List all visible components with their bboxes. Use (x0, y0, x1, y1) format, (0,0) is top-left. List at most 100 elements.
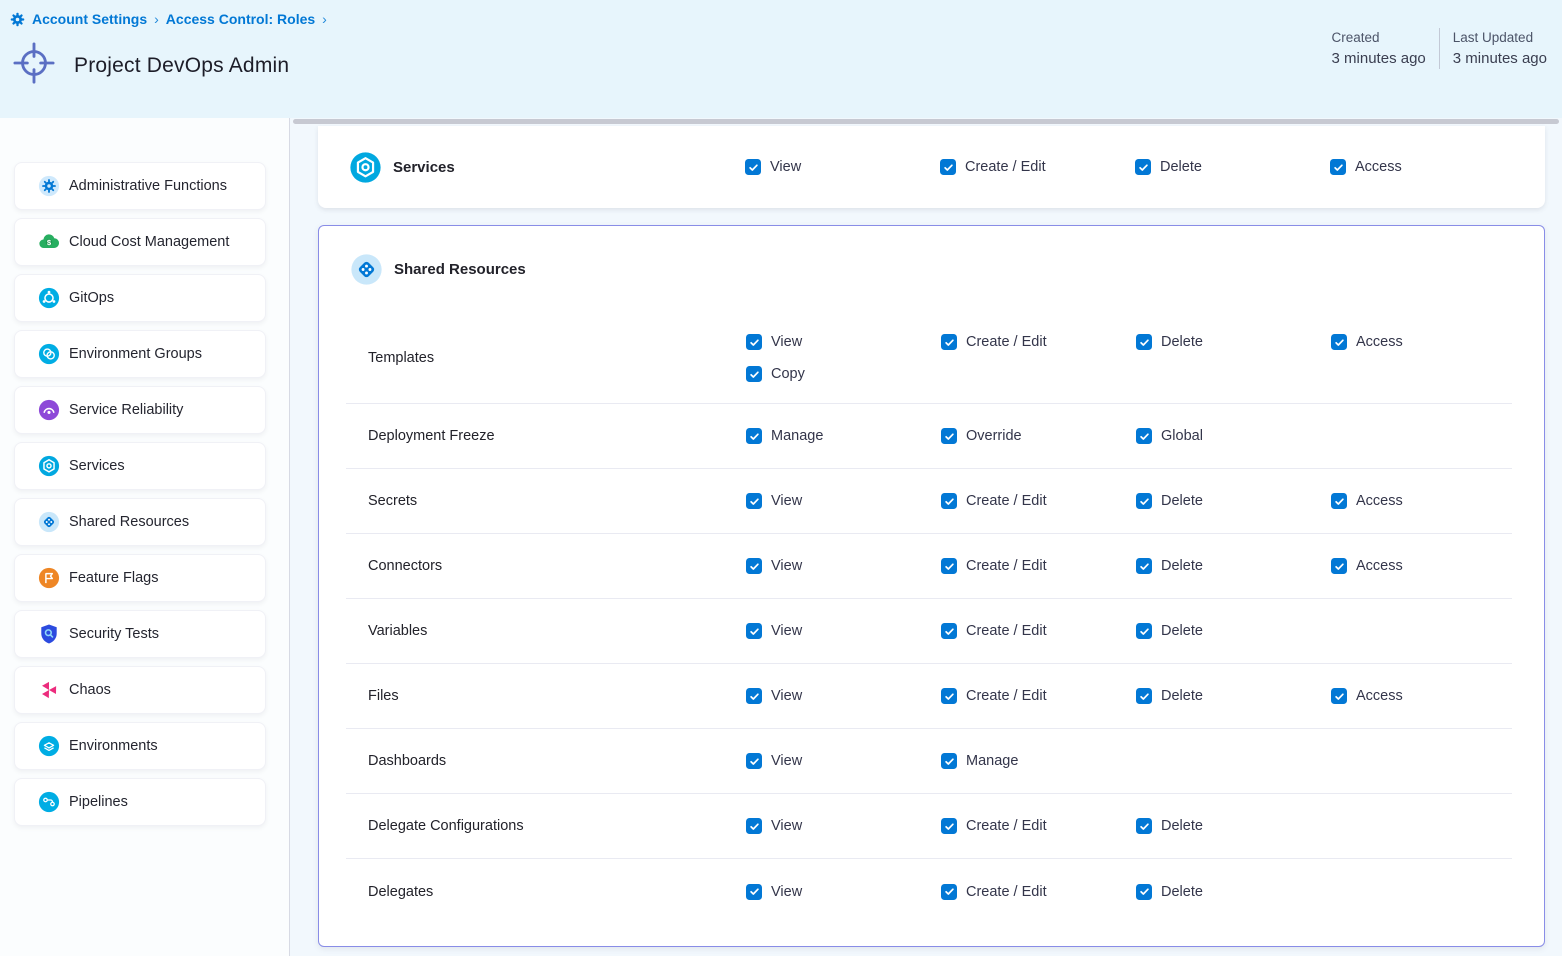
permission-checkbox[interactable]: Manage (941, 753, 1136, 769)
permission-checkbox[interactable]: Create / Edit (941, 688, 1136, 704)
permission-row: Files View Create / Edit Delete Access (346, 664, 1512, 729)
last-updated-value: 3 minutes ago (1453, 50, 1547, 67)
sidebar-item-label: GitOps (69, 290, 114, 306)
permission-cell: Create / Edit (941, 688, 1136, 704)
permission-checkbox[interactable]: View (746, 884, 941, 900)
permission-checkbox[interactable]: Override (941, 428, 1136, 444)
resource-label: Connectors (346, 558, 746, 574)
permission-checkbox[interactable]: View (746, 334, 941, 350)
breadcrumb-chevron-icon: › (322, 11, 327, 27)
permission-checkbox[interactable]: Access (1331, 493, 1512, 509)
permission-checkbox[interactable]: View (746, 688, 941, 704)
sidebar-item-label: Service Reliability (69, 402, 183, 418)
permission-cell: Access (1331, 688, 1512, 704)
checkbox-checked-icon (1331, 688, 1347, 704)
permission-checkbox[interactable]: Copy (746, 366, 941, 382)
services-section-icon (349, 151, 382, 184)
sidebar-item-label: Environments (69, 738, 158, 754)
permission-cell: Delete (1136, 558, 1331, 574)
permission-checkbox[interactable]: Delete (1136, 688, 1331, 704)
permission-checkbox[interactable]: Access (1330, 159, 1545, 175)
permission-checkbox[interactable]: Access (1331, 558, 1512, 574)
permission-cell: Create / Edit (941, 312, 1136, 403)
checkbox-checked-icon (1136, 428, 1152, 444)
sidebar-item-chaos[interactable]: Chaos (14, 666, 266, 714)
permission-checkbox[interactable]: Create / Edit (941, 884, 1136, 900)
breadcrumb-account-settings[interactable]: Account Settings (32, 11, 147, 27)
permission-label: Create / Edit (966, 818, 1047, 834)
title-row: Project DevOps Admin (13, 42, 289, 89)
chaos-icon (38, 679, 60, 701)
permission-checkbox[interactable]: Delete (1136, 884, 1331, 900)
feature-flags-icon (38, 567, 60, 589)
sidebar-item-pipelines[interactable]: Pipelines (14, 778, 266, 826)
sidebar-item-label: Security Tests (69, 626, 159, 642)
sidebar-item-label: Cloud Cost Management (69, 234, 229, 250)
shared-resources-icon (38, 511, 60, 533)
permission-row: Delegate Configurations View Create / Ed… (346, 794, 1512, 859)
permission-checkbox[interactable]: View (746, 818, 941, 834)
permission-checkbox[interactable]: Create / Edit (941, 558, 1136, 574)
permission-checkbox[interactable]: View (746, 753, 941, 769)
page-title: Project DevOps Admin (74, 54, 289, 78)
permission-cell: View (746, 884, 941, 900)
resource-label: Dashboards (346, 753, 746, 769)
permission-checkbox[interactable]: Create / Edit (941, 493, 1136, 509)
permission-label: View (771, 623, 802, 639)
permission-cell: Access (1330, 159, 1545, 175)
permission-checkbox[interactable]: Delete (1136, 493, 1331, 509)
checkbox-checked-icon (746, 428, 762, 444)
checkbox-checked-icon (1331, 558, 1347, 574)
sidebar-item-feature-flags[interactable]: Feature Flags (14, 554, 266, 602)
permission-checkbox[interactable]: View (745, 159, 940, 175)
permission-checkbox[interactable]: Global (1136, 428, 1331, 444)
permission-label: Create / Edit (966, 558, 1047, 574)
security-tests-icon (38, 623, 60, 645)
sidebar-item-environments[interactable]: Environments (14, 722, 266, 770)
sidebar-item-administrative-functions[interactable]: Administrative Functions (14, 162, 266, 210)
permission-checkbox[interactable]: Create / Edit (941, 623, 1136, 639)
resource-label: Secrets (346, 493, 746, 509)
permission-cell: Delete (1136, 818, 1331, 834)
permission-checkbox[interactable]: Access (1331, 688, 1512, 704)
sidebar-item-services[interactable]: Services (14, 442, 266, 490)
permission-checkbox[interactable]: View (746, 558, 941, 574)
permission-checkbox[interactable]: Delete (1136, 334, 1331, 350)
permission-label: Manage (966, 753, 1018, 769)
sidebar-item-cloud-cost-management[interactable]: $ Cloud Cost Management (14, 218, 266, 266)
permission-checkbox[interactable]: Create / Edit (941, 818, 1136, 834)
permission-checkbox[interactable]: Create / Edit (941, 334, 1136, 350)
sidebar-item-shared-resources[interactable]: Shared Resources (14, 498, 266, 546)
services-section-title: Services (393, 159, 455, 176)
checkbox-checked-icon (941, 623, 957, 639)
permission-label: Create / Edit (966, 884, 1047, 900)
permission-row: Delegates View Create / Edit Delete (346, 859, 1512, 924)
sidebar-item-environment-groups[interactable]: Environment Groups (14, 330, 266, 378)
sidebar-item-label: Shared Resources (69, 514, 189, 530)
breadcrumb-access-control-roles[interactable]: Access Control: Roles (166, 11, 315, 27)
permission-checkbox[interactable]: Access (1331, 334, 1512, 350)
permission-checkbox[interactable]: View (746, 493, 941, 509)
checkbox-checked-icon (746, 688, 762, 704)
permission-checkbox[interactable]: Manage (746, 428, 941, 444)
permission-row: Dashboards View Manage (346, 729, 1512, 794)
last-updated-label: Last Updated (1453, 30, 1547, 45)
resource-label: Files (346, 688, 746, 704)
permission-label: Delete (1161, 558, 1203, 574)
sidebar-item-security-tests[interactable]: Security Tests (14, 610, 266, 658)
sidebar-item-gitops[interactable]: GitOps (14, 274, 266, 322)
permission-label: View (771, 558, 802, 574)
permission-checkbox[interactable]: Create / Edit (940, 159, 1135, 175)
permission-checkbox[interactable]: Delete (1136, 623, 1331, 639)
permission-checkbox[interactable]: Delete (1136, 818, 1331, 834)
permission-checkbox[interactable]: Delete (1136, 558, 1331, 574)
permission-label: Delete (1161, 493, 1203, 509)
permission-checkbox[interactable]: View (746, 623, 941, 639)
checkbox-checked-icon (941, 428, 957, 444)
permission-label: Create / Edit (966, 493, 1047, 509)
sidebar-item-label: Services (69, 458, 125, 474)
sidebar-item-service-reliability[interactable]: Service Reliability (14, 386, 266, 434)
permission-checkbox[interactable]: Delete (1135, 159, 1330, 175)
horizontal-scrollbar[interactable] (293, 119, 1559, 124)
permission-cell: Create / Edit (941, 884, 1136, 900)
